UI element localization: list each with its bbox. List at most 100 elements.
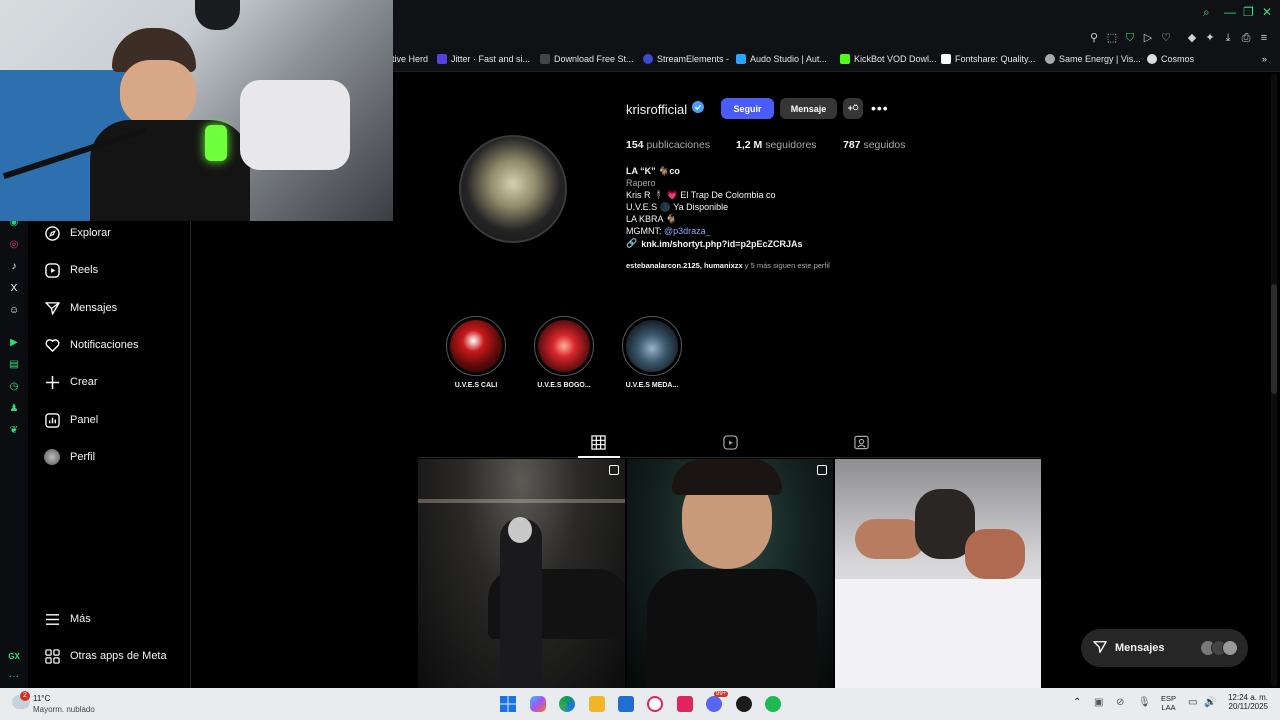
story-highlight[interactable] xyxy=(534,316,594,376)
spotify-icon[interactable] xyxy=(765,696,781,712)
bookmark-item[interactable]: KickBot VOD Dowl... xyxy=(840,54,937,64)
bio-link[interactable]: 🔗 knk.im/shortyt.php?id=p2pEcZCRJAs xyxy=(626,238,803,249)
wallet-icon[interactable]: ▤ xyxy=(7,358,21,372)
copilot-icon[interactable] xyxy=(530,696,546,712)
post-thumbnail[interactable] xyxy=(835,459,1041,688)
menu-icon[interactable]: ≡ xyxy=(1257,31,1271,45)
bookmark-item[interactable]: Audo Studio | Aut... xyxy=(736,54,827,64)
history-icon[interactable]: ◷ xyxy=(7,380,21,394)
follow-button[interactable]: Seguir xyxy=(721,98,774,119)
post-thumbnail[interactable] xyxy=(418,459,625,688)
restore-icon[interactable]: ❐ xyxy=(1243,5,1254,19)
capcut-icon[interactable] xyxy=(677,696,693,712)
pin-icon[interactable]: ⚲ xyxy=(1087,31,1101,45)
meta-apps-icon xyxy=(44,648,60,664)
nav-notificaciones[interactable]: Notificaciones xyxy=(44,333,138,357)
heart-icon[interactable]: ♡ xyxy=(1159,31,1173,45)
bookmark-item[interactable]: Cosmos xyxy=(1147,54,1194,64)
discord-badge: 99+ xyxy=(714,691,729,697)
tray-mute-icon[interactable]: ⊘ xyxy=(1116,697,1124,708)
search-icon[interactable]: ⌕ xyxy=(1203,5,1210,20)
nav-mas[interactable]: Más xyxy=(44,607,91,631)
discord-icon[interactable]: ☺ xyxy=(7,304,21,318)
edge-icon[interactable] xyxy=(559,696,575,712)
m-icon xyxy=(540,54,550,64)
opera-gx-icon[interactable] xyxy=(647,696,663,712)
profile-avatar[interactable] xyxy=(459,135,567,243)
grid-icon xyxy=(591,435,606,454)
nav-reels[interactable]: Reels xyxy=(44,258,98,282)
tiktok-icon[interactable]: ♪ xyxy=(7,260,21,274)
tray-chevron-icon[interactable]: ⌃ xyxy=(1073,697,1081,708)
compass-icon xyxy=(44,225,60,241)
file-explorer-icon[interactable] xyxy=(589,696,605,712)
message-button[interactable]: Mensaje xyxy=(780,98,837,119)
display-icon[interactable]: ▭ xyxy=(1188,697,1197,708)
nav-perfil[interactable]: Perfil xyxy=(44,445,95,469)
language-indicator[interactable]: ESP LAA xyxy=(1161,694,1176,712)
shirt-icon[interactable]: ♟ xyxy=(7,402,21,416)
tab-tagged[interactable] xyxy=(854,435,869,455)
microphone-icon[interactable]: 🎙 xyxy=(1138,697,1151,708)
heart-icon xyxy=(44,337,60,353)
webcam-clothes xyxy=(240,80,350,170)
options-icon[interactable]: ••• xyxy=(871,100,889,116)
extension-icon[interactable]: ◆ xyxy=(1185,31,1199,45)
bio-line-mgmnt: MGMNT: @p3draza_ xyxy=(626,226,711,236)
nav-panel[interactable]: Panel xyxy=(44,408,98,432)
volume-icon[interactable]: 🔊 xyxy=(1204,697,1216,708)
bookmark-item[interactable]: Fontshare: Quality... xyxy=(941,54,1035,64)
snapshot-icon[interactable]: ⎙ xyxy=(1239,31,1253,45)
nav-otras-apps-meta[interactable]: Otras apps de Meta xyxy=(44,644,167,668)
bookmark-item[interactable]: Jitter · Fast and si... xyxy=(437,54,530,64)
post-thumbnail[interactable] xyxy=(627,459,833,688)
obs-icon[interactable] xyxy=(736,696,752,712)
tray-app-icon[interactable]: ▣ xyxy=(1094,697,1103,708)
followed-by[interactable]: estebanalarcon.2125, humanixzx y 5 más s… xyxy=(626,261,830,270)
weather-temp[interactable]: 11°C xyxy=(33,694,50,703)
play-icon[interactable]: ▷ xyxy=(1141,31,1155,45)
story-highlight[interactable] xyxy=(622,316,682,376)
weather-badge: 2 xyxy=(20,691,30,701)
profile-name: LA “K” 🐐co xyxy=(626,166,680,176)
gx-logo[interactable]: GX xyxy=(7,650,21,664)
windows-start-icon[interactable] xyxy=(500,696,516,717)
download-icon[interactable]: ⤓ xyxy=(1221,31,1235,45)
bookmark-item[interactable]: tive Herd xyxy=(392,54,428,64)
scrollbar-thumb[interactable] xyxy=(1271,284,1277,394)
shield-icon[interactable]: ⛉ xyxy=(1123,31,1137,45)
player-icon[interactable]: ▶ xyxy=(7,336,21,350)
leaf-icon[interactable]: ❦ xyxy=(7,424,21,438)
bookmark-item[interactable]: StreamElements - xyxy=(643,54,729,64)
page-scrollbar[interactable] xyxy=(1271,74,1277,686)
add-user-button[interactable]: +⍥ xyxy=(843,98,863,119)
screenshot-icon[interactable]: ⬚ xyxy=(1105,31,1119,45)
x-icon[interactable]: X xyxy=(7,282,21,296)
tab-reels[interactable] xyxy=(723,435,738,455)
nav-mensajes[interactable]: Mensajes xyxy=(44,296,117,320)
instagram-icon[interactable]: ◎ xyxy=(7,238,21,252)
tab-posts[interactable] xyxy=(591,435,606,455)
discord-icon[interactable] xyxy=(706,696,722,712)
messages-pill[interactable]: Mensajes xyxy=(1081,629,1248,667)
close-icon[interactable]: ✕ xyxy=(1262,5,1272,19)
highlight-thumbnail xyxy=(626,320,678,372)
following-stat[interactable]: 787 seguidos xyxy=(843,139,905,151)
clock[interactable]: 12:24 a. m. 20/11/2025 xyxy=(1222,693,1268,711)
webcam-guitar xyxy=(195,0,240,30)
story-highlight[interactable] xyxy=(446,316,506,376)
bookmarks-overflow-icon[interactable]: » xyxy=(1262,54,1267,64)
minimize-icon[interactable]: — xyxy=(1224,5,1236,19)
bookmark-item[interactable]: Download Free St... xyxy=(540,54,634,64)
mention-link[interactable]: @p3draza_ xyxy=(664,226,711,236)
nav-crear[interactable]: Crear xyxy=(44,370,98,394)
puzzle-icon[interactable]: ✦ xyxy=(1203,31,1217,45)
nav-explorar[interactable]: Explorar xyxy=(44,221,111,245)
store-icon[interactable] xyxy=(618,696,634,712)
more-dots-icon[interactable]: ··· xyxy=(7,670,21,684)
webcam-face xyxy=(120,60,196,126)
posts-count-stat[interactable]: 154 publicaciones xyxy=(626,139,710,151)
followers-stat[interactable]: 1,2 M seguidores xyxy=(736,139,817,151)
bookmark-item[interactable]: Same Energy | Vis... xyxy=(1045,54,1141,64)
bio-line: U.V.E.S 🌑 Ya Disponible xyxy=(626,202,729,212)
